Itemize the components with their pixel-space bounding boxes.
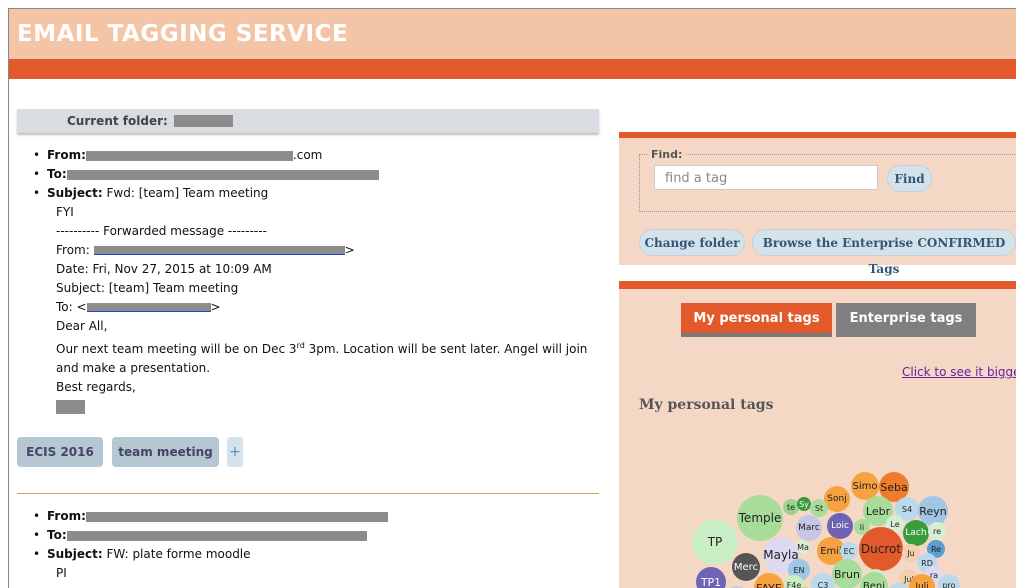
- tag-bubble[interactable]: F4e: [784, 575, 804, 588]
- redacted-sender: [85, 511, 388, 522]
- tag-bubble[interactable]: Ducrot: [859, 527, 903, 571]
- current-folder-bar: Current folder:: [17, 109, 599, 133]
- redacted-email-link[interactable]: [93, 246, 345, 255]
- tag-bubble[interactable]: re: [928, 522, 946, 540]
- tag-bubble[interactable]: Lach: [903, 520, 929, 546]
- find-panel: Find: find a tag Find Change folder Brow…: [619, 132, 1016, 276]
- tag-chip[interactable]: ECIS 2016: [17, 437, 103, 467]
- redacted-sender: [85, 150, 293, 161]
- browse-confirmed-tags-button[interactable]: Browse the Enterprise CONFIRMED Tags: [752, 229, 1016, 276]
- redacted-folder-name: [174, 115, 233, 127]
- current-folder-label: Current folder:: [67, 114, 168, 128]
- redacted-recipient: [66, 530, 367, 541]
- find-tag-input[interactable]: find a tag: [654, 165, 878, 190]
- app-title: EMAIL TAGGING SERVICE: [17, 21, 349, 47]
- tag-bubble[interactable]: FAYE: [754, 573, 784, 588]
- email-from: From:.com: [31, 146, 587, 165]
- tag-bubble-cloud: TP Temple Simo Seba Sonj te Sy St Marc Loic li Lebr…: [619, 289, 1016, 588]
- email-to: To:: [31, 526, 388, 545]
- tag-bubble[interactable]: Brun: [832, 559, 862, 588]
- tag-bubble[interactable]: TP1: [696, 567, 726, 588]
- email-message[interactable]: From:.com To: Subject: Fwd: [team] Team …: [31, 146, 587, 416]
- find-button[interactable]: Find: [887, 165, 932, 192]
- email-to: To:: [31, 165, 587, 184]
- redacted-recipient: [66, 169, 379, 180]
- tag-bubble[interactable]: EC: [840, 542, 858, 560]
- email-headers: From:.com To: Subject: Fwd: [team] Team …: [31, 146, 587, 203]
- find-fieldset: Find: find a tag Find: [639, 148, 1016, 212]
- tag-chip[interactable]: team meeting: [112, 437, 219, 467]
- redacted-signature: [56, 399, 85, 414]
- tag-bubble[interactable]: Marc: [796, 515, 822, 541]
- email-subject: Subject: Fwd: [team] Team meeting: [31, 184, 587, 203]
- change-folder-button[interactable]: Change folder: [639, 229, 745, 256]
- email-divider: [17, 493, 599, 494]
- tags-panel: My personal tags Enterprise tags Click t…: [619, 281, 1016, 588]
- tag-bubble[interactable]: TP: [692, 519, 738, 565]
- tag-bubble[interactable]: Temple: [737, 495, 783, 541]
- redacted-email-link[interactable]: [86, 303, 211, 312]
- header-accent-bar: [9, 59, 1016, 79]
- app-header: EMAIL TAGGING SERVICE: [9, 9, 1016, 59]
- email-body: FYI ---------- Forwarded message -------…: [31, 203, 587, 416]
- tag-bubble[interactable]: Sy: [797, 497, 811, 511]
- email-message[interactable]: From: To: Subject: FW: plate forme moodl…: [31, 507, 388, 583]
- email-headers: From: To: Subject: FW: plate forme moodl…: [31, 507, 388, 564]
- email-subject: Subject: FW: plate forme moodle: [31, 545, 388, 564]
- email-body: PI: [56, 566, 67, 580]
- app-window: EMAIL TAGGING SERVICE Current folder: Fr…: [8, 8, 1016, 588]
- tag-bubble[interactable]: Loic: [827, 513, 853, 539]
- tag-bubble[interactable]: Merc: [732, 553, 760, 581]
- email-from: From:: [31, 507, 388, 526]
- tag-bubble[interactable]: pro: [938, 574, 960, 588]
- tag-bubble[interactable]: St: [810, 499, 828, 517]
- find-legend: Find:: [648, 148, 686, 161]
- add-tag-button[interactable]: +: [227, 437, 243, 467]
